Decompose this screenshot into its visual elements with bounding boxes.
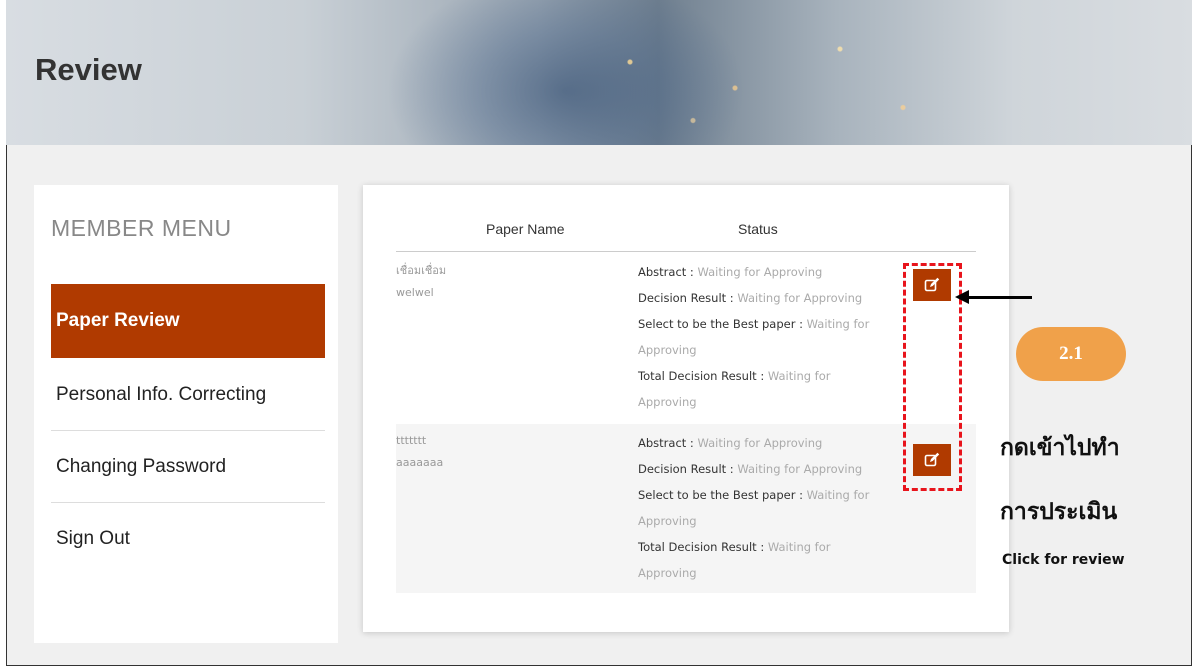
member-menu: MEMBER MENU Paper Review Personal Info. … xyxy=(34,185,338,643)
sidebar-item-label: Paper Review xyxy=(56,310,180,331)
status-abstract: Abstract : Waiting for Approving xyxy=(638,436,823,450)
status-best-paper: Select to be the Best paper : Waiting fo… xyxy=(638,317,870,357)
sidebar-item-sign-out[interactable]: Sign Out xyxy=(51,503,325,575)
step-badge: 2.1 xyxy=(1016,327,1126,381)
status-decision: Decision Result : Waiting for Approving xyxy=(638,462,863,476)
table-row: ttttttt aaaaaaa Abstract : Waiting for A… xyxy=(396,424,976,593)
status-total-decision: Total Decision Result : Waiting for Appr… xyxy=(638,369,831,409)
paper-name-line: aaaaaaa xyxy=(396,456,444,469)
paper-name-line: เชื่อมเชื่อม xyxy=(396,264,447,277)
paper-name-line: ttttttt xyxy=(396,434,427,447)
annotation-thai-line: การประเมิน xyxy=(1000,499,1118,525)
sidebar-item-label: Changing Password xyxy=(56,455,227,477)
arrow-line xyxy=(964,296,1032,299)
header-banner xyxy=(6,0,1192,145)
annotation-english: Click for review xyxy=(1002,552,1125,568)
sidebar-item-label: Personal Info. Correcting xyxy=(56,383,267,405)
paper-name-line: welwel xyxy=(396,286,434,299)
status-block: Abstract : Waiting for Approving Decisio… xyxy=(638,430,878,586)
status-decision: Decision Result : Waiting for Approving xyxy=(638,291,863,305)
annotation-thai-line: กดเข้าไปทำ xyxy=(1000,435,1120,461)
status-best-paper: Select to be the Best paper : Waiting fo… xyxy=(638,488,870,528)
status-total-decision: Total Decision Result : Waiting for Appr… xyxy=(638,540,831,580)
column-header-status: Status xyxy=(738,221,778,237)
sidebar-item-changing-password[interactable]: Changing Password xyxy=(51,431,325,503)
column-header-paper-name: Paper Name xyxy=(486,221,565,237)
table-row: เชื่อมเชื่อม welwel Abstract : Waiting f… xyxy=(396,257,976,424)
page-title: Review xyxy=(35,52,142,87)
status-block: Abstract : Waiting for Approving Decisio… xyxy=(638,259,878,415)
paper-name: ttttttt aaaaaaa xyxy=(396,430,443,474)
sidebar-item-label: Sign Out xyxy=(56,528,130,549)
highlight-dashed-box xyxy=(903,263,962,491)
status-abstract: Abstract : Waiting for Approving xyxy=(638,265,823,279)
sidebar-item-paper-review[interactable]: Paper Review xyxy=(51,284,325,358)
header-divider xyxy=(396,251,976,252)
menu-heading: MEMBER MENU xyxy=(51,215,232,241)
sidebar-item-personal-info[interactable]: Personal Info. Correcting xyxy=(51,359,325,431)
paper-name: เชื่อมเชื่อม welwel xyxy=(396,260,446,304)
